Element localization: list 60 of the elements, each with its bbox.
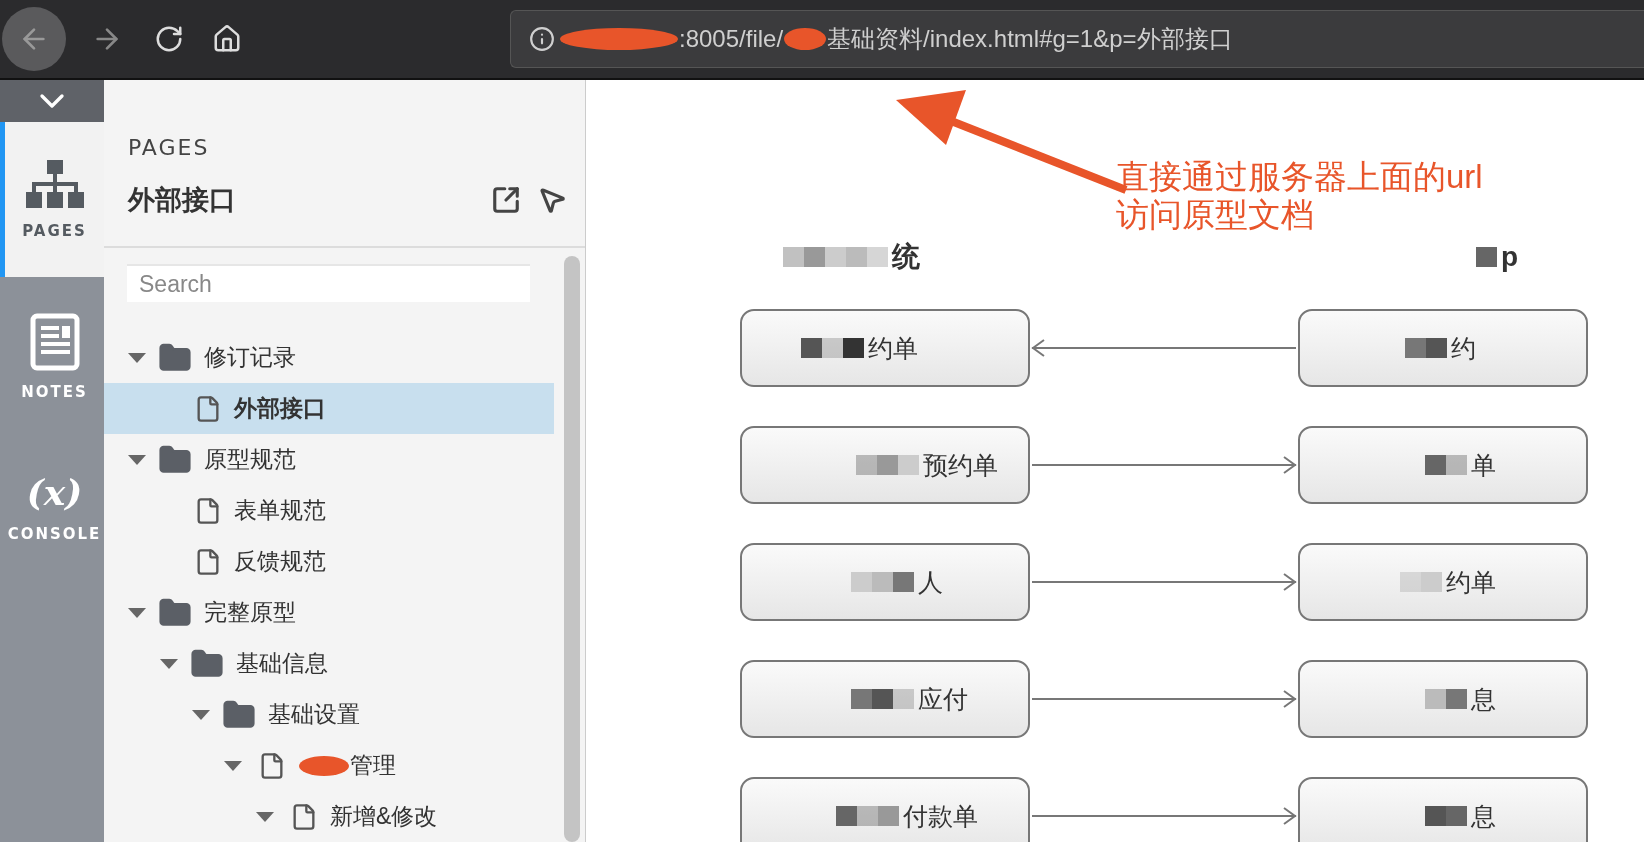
tree-item[interactable]: 基础信息 — [104, 638, 554, 689]
caret-icon[interactable] — [192, 709, 210, 720]
notes-icon — [29, 313, 80, 371]
caret-icon[interactable] — [256, 811, 274, 822]
node-label: 约单 — [1446, 566, 1496, 598]
sitemap-icon — [25, 159, 84, 210]
tree-label: 原型规范 — [204, 445, 296, 474]
redaction-mark — [783, 26, 828, 52]
tab-label: PAGES — [22, 221, 87, 240]
tree-label: 基础信息 — [236, 649, 328, 678]
open-external-icon[interactable] — [491, 185, 521, 215]
scrollbar[interactable] — [564, 256, 580, 842]
node-label: 息 — [1471, 683, 1496, 715]
tree-item[interactable]: 新增&修改 — [104, 791, 554, 842]
tree-item[interactable]: 反馈规范 — [104, 536, 554, 587]
caret-icon[interactable] — [224, 760, 242, 771]
page-title: 外部接口 — [128, 184, 237, 217]
url-text: 基础资料/index.html#g=1&p=外部接口 — [827, 24, 1233, 54]
search-field[interactable]: Search — [127, 264, 530, 302]
tree-item[interactable]: 完整原型 — [104, 587, 554, 638]
caret-icon[interactable] — [128, 454, 146, 465]
node-label: 约 — [1451, 332, 1476, 364]
node-label: 单 — [1471, 449, 1496, 481]
url-text: :8005/file/ — [679, 25, 784, 53]
node-label: 付款单 — [903, 800, 978, 832]
caret-icon[interactable] — [128, 607, 146, 618]
tree-item[interactable]: 基础设置 — [104, 689, 554, 740]
node-label: 预约单 — [923, 449, 998, 481]
tab-label: NOTES — [21, 383, 88, 401]
node-label: 息 — [1471, 800, 1496, 832]
tree-item[interactable]: 修订记录 — [104, 332, 554, 383]
tree-label: 表单规范 — [234, 496, 326, 525]
tree-label: 新增&修改 — [330, 802, 438, 831]
caret-icon[interactable] — [160, 658, 178, 669]
column-header: 统 — [892, 240, 920, 274]
info-icon[interactable] — [529, 26, 555, 52]
tree-item[interactable]: 外部接口 — [104, 383, 554, 434]
column-header: p — [1500, 241, 1518, 273]
address-bar[interactable]: :8005/file/ 基础资料/index.html#g=1&p=外部接口 — [510, 10, 1644, 68]
pointer-icon[interactable] — [537, 185, 567, 215]
home-icon — [212, 24, 242, 54]
tree-item[interactable]: 表单规范 — [104, 485, 554, 536]
node-label: 约单 — [868, 332, 918, 364]
tree-item[interactable]: 管理 — [104, 740, 554, 791]
tree-label: 完整原型 — [204, 598, 296, 627]
collapse-button[interactable] — [0, 80, 104, 122]
tree-label: 基础设置 — [268, 700, 360, 729]
tree-label: 反馈规范 — [234, 547, 326, 576]
tree-item[interactable]: 原型规范 — [104, 434, 554, 485]
panel-heading: PAGES — [128, 135, 211, 160]
reload-icon — [154, 24, 184, 54]
tab-label: CONSOLE — [7, 525, 102, 543]
tree-label: 管理 — [298, 750, 396, 781]
tree-label: 修订记录 — [204, 343, 296, 372]
node-label: 应付 — [918, 683, 968, 715]
node-label: 人 — [918, 566, 943, 598]
tree-label: 外部接口 — [234, 394, 326, 423]
rail-tab[interactable]: PAGES — [0, 122, 104, 277]
variable-icon: (x) — [26, 471, 83, 513]
caret-icon[interactable] — [128, 352, 146, 363]
